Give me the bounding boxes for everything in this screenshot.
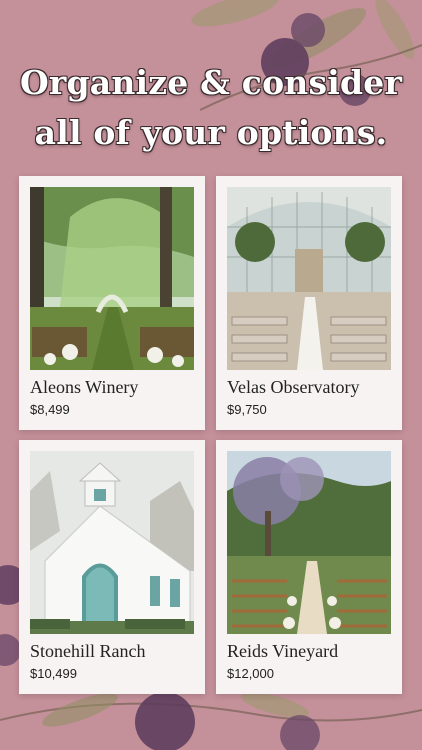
venue-price: $8,499 <box>30 402 70 417</box>
headline: Organize & consider all of your options. <box>0 58 422 158</box>
venue-name: Velas Observatory <box>227 377 360 397</box>
venue-photo <box>30 187 194 370</box>
white-chapel-image <box>30 451 194 634</box>
venue-price: $9,750 <box>227 402 267 417</box>
venue-photo <box>30 451 194 634</box>
headline-line-2: all of your options. <box>34 113 388 152</box>
venue-photo <box>227 451 391 634</box>
venue-price: $10,499 <box>30 666 77 681</box>
venue-name: Aleons Winery <box>30 377 139 397</box>
vineyard-ceremony-image <box>227 451 391 634</box>
venue-card-aleons-winery[interactable]: Aleons Winery $8,499 <box>19 176 205 430</box>
venue-card-stonehill-ranch[interactable]: Stonehill Ranch $10,499 <box>19 440 205 694</box>
venue-name: Stonehill Ranch <box>30 641 146 661</box>
glass-conservatory-image <box>227 187 391 370</box>
headline-line-1: Organize & consider <box>19 63 403 102</box>
venue-photo <box>227 187 391 370</box>
garden-ceremony-image <box>30 187 194 370</box>
venue-name: Reids Vineyard <box>227 641 339 661</box>
venue-card-velas-observatory[interactable]: Velas Observatory $9,750 <box>216 176 402 430</box>
venue-price: $12,000 <box>227 666 274 681</box>
venue-card-reids-vineyard[interactable]: Reids Vineyard $12,000 <box>216 440 402 694</box>
